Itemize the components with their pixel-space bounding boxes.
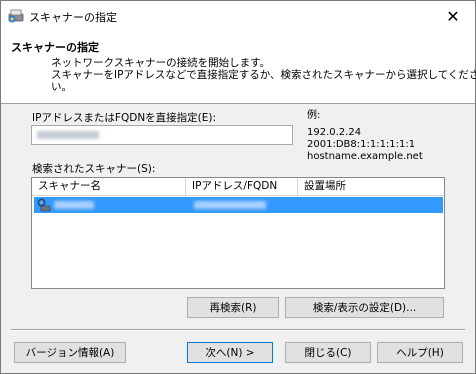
direct-address-input[interactable]: [31, 125, 293, 145]
network-scanner-icon: [37, 198, 51, 212]
close-window-button[interactable]: ✕: [431, 1, 475, 31]
column-ip-fqdn[interactable]: IPアドレス/FQDN: [186, 178, 298, 195]
window-title: スキャナーの指定: [29, 11, 117, 24]
description-line-1: ネットワークスキャナーの接続を開始します。: [51, 57, 271, 69]
search-display-settings-button[interactable]: 検索/表示の設定(D)...: [285, 297, 444, 318]
example-ipv6: 2001:DB8:1:1:1:1:1:1: [307, 139, 416, 150]
description-line-3: い。: [51, 81, 72, 93]
redacted-scanner-name: [54, 201, 94, 209]
direct-address-label: IPアドレスまたはFQDNを直接指定(E):: [32, 112, 217, 124]
close-icon: ✕: [446, 6, 460, 26]
table-row[interactable]: [34, 197, 443, 213]
version-info-button[interactable]: バージョン情報(A): [14, 342, 126, 363]
footer-separator: [11, 329, 465, 331]
redacted-address-text: [37, 131, 99, 139]
redacted-scanner-ip: [194, 201, 266, 209]
help-button[interactable]: ヘルプ(H): [377, 342, 463, 363]
next-button[interactable]: 次へ(N) >: [187, 342, 273, 363]
example-box: 例: 192.0.2.24 2001:DB8:1:1:1:1:1:1 hostn…: [307, 110, 423, 163]
research-button[interactable]: 再検索(R): [187, 297, 279, 318]
scanner-list[interactable]: スキャナー名 IPアドレス/FQDN 設置場所: [31, 177, 445, 289]
example-hostname: hostname.example.net: [307, 151, 423, 162]
close-button[interactable]: 閉じる(C): [285, 342, 371, 363]
description-line-2: スキャナーをIPアドレスなどで直接指定するか、検索されたスキャナーから選択してく…: [51, 69, 476, 81]
header-description: ネットワークスキャナーの接続を開始します。 スキャナーをIPアドレスなどで直接指…: [51, 57, 476, 93]
scanner-dialog: スキャナーの指定 ✕ スキャナーの指定 ネットワークスキャナーの接続を開始します…: [0, 0, 476, 374]
example-title: 例:: [307, 110, 321, 121]
list-header: スキャナー名 IPアドレス/FQDN 設置場所: [32, 178, 444, 196]
scanner-app-icon: [7, 7, 25, 25]
header-title: スキャナーの指定: [11, 41, 99, 54]
column-scanner-name[interactable]: スキャナー名: [32, 178, 186, 195]
found-scanners-label: 検索されたスキャナー(S):: [32, 163, 156, 175]
example-ipv4: 192.0.2.24: [307, 127, 362, 138]
column-location[interactable]: 設置場所: [298, 178, 444, 195]
title-bar: スキャナーの指定 ✕: [1, 1, 475, 31]
header-panel: スキャナーの指定 ネットワークスキャナーの接続を開始します。 スキャナーをIPア…: [1, 31, 476, 104]
